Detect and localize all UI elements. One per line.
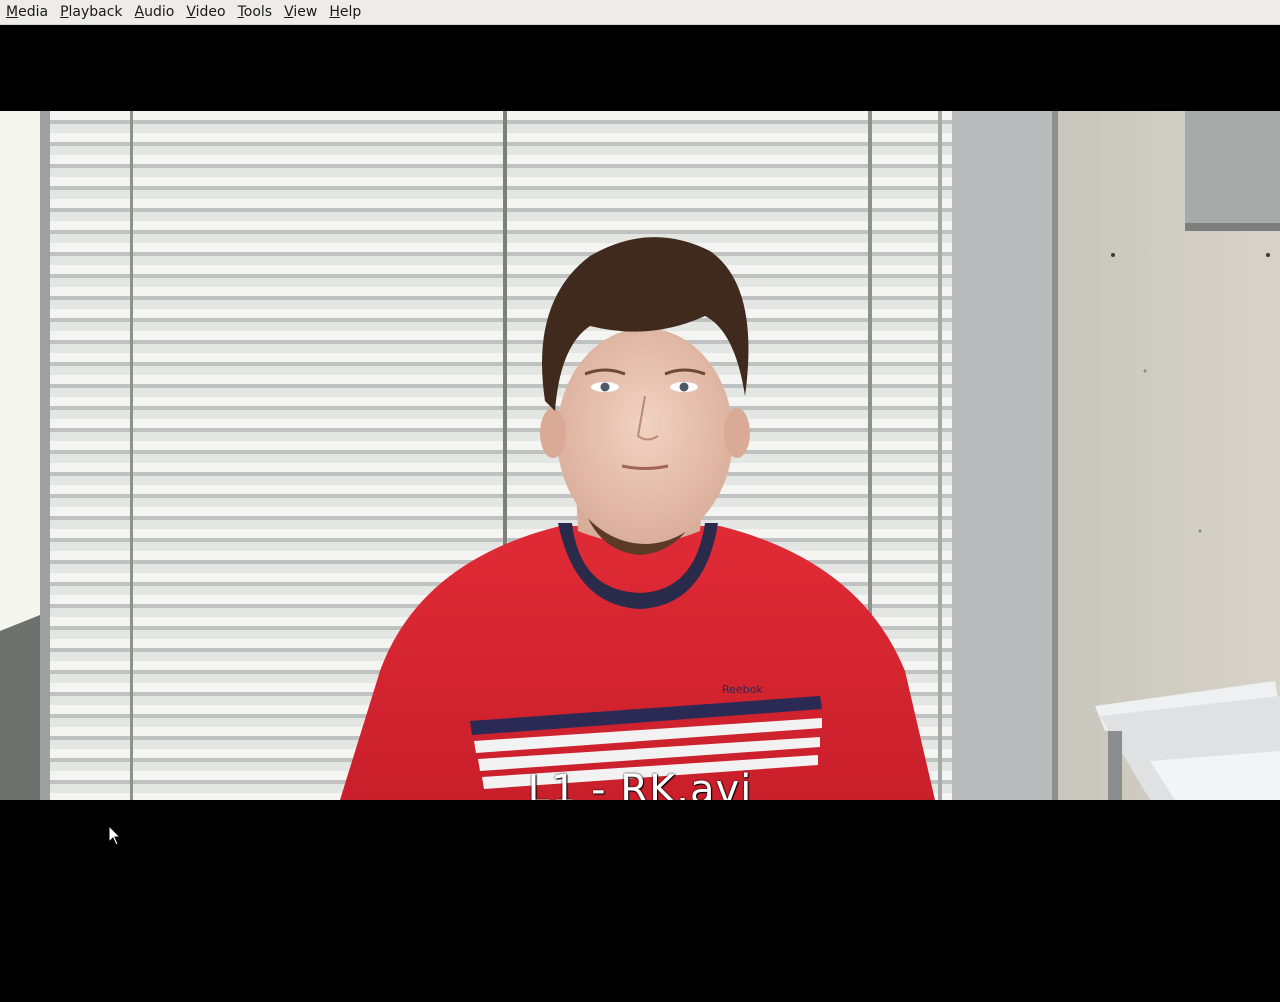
menu-help[interactable]: Help [323, 0, 367, 24]
menu-video[interactable]: Video [180, 0, 231, 24]
osd-title: L1 - RK.avi [0, 770, 1280, 800]
shirt-logo: Reebok [722, 683, 763, 696]
menu-playback[interactable]: Playback [54, 0, 128, 24]
menu-media[interactable]: Media [0, 0, 54, 24]
menu-tools[interactable]: Tools [232, 0, 279, 24]
osd-title-text: L1 - RK.avi [527, 770, 753, 800]
menu-view[interactable]: View [278, 0, 323, 24]
video-frame[interactable]: Reebok [0, 111, 1280, 800]
menu-audio[interactable]: Audio [129, 0, 181, 24]
menu-bar: Media Playback Audio Video Tools View He… [0, 0, 1280, 25]
wall-pillar [952, 111, 1057, 800]
mouse-pointer-icon [108, 824, 122, 850]
video-frame-image: Reebok [0, 111, 1280, 800]
